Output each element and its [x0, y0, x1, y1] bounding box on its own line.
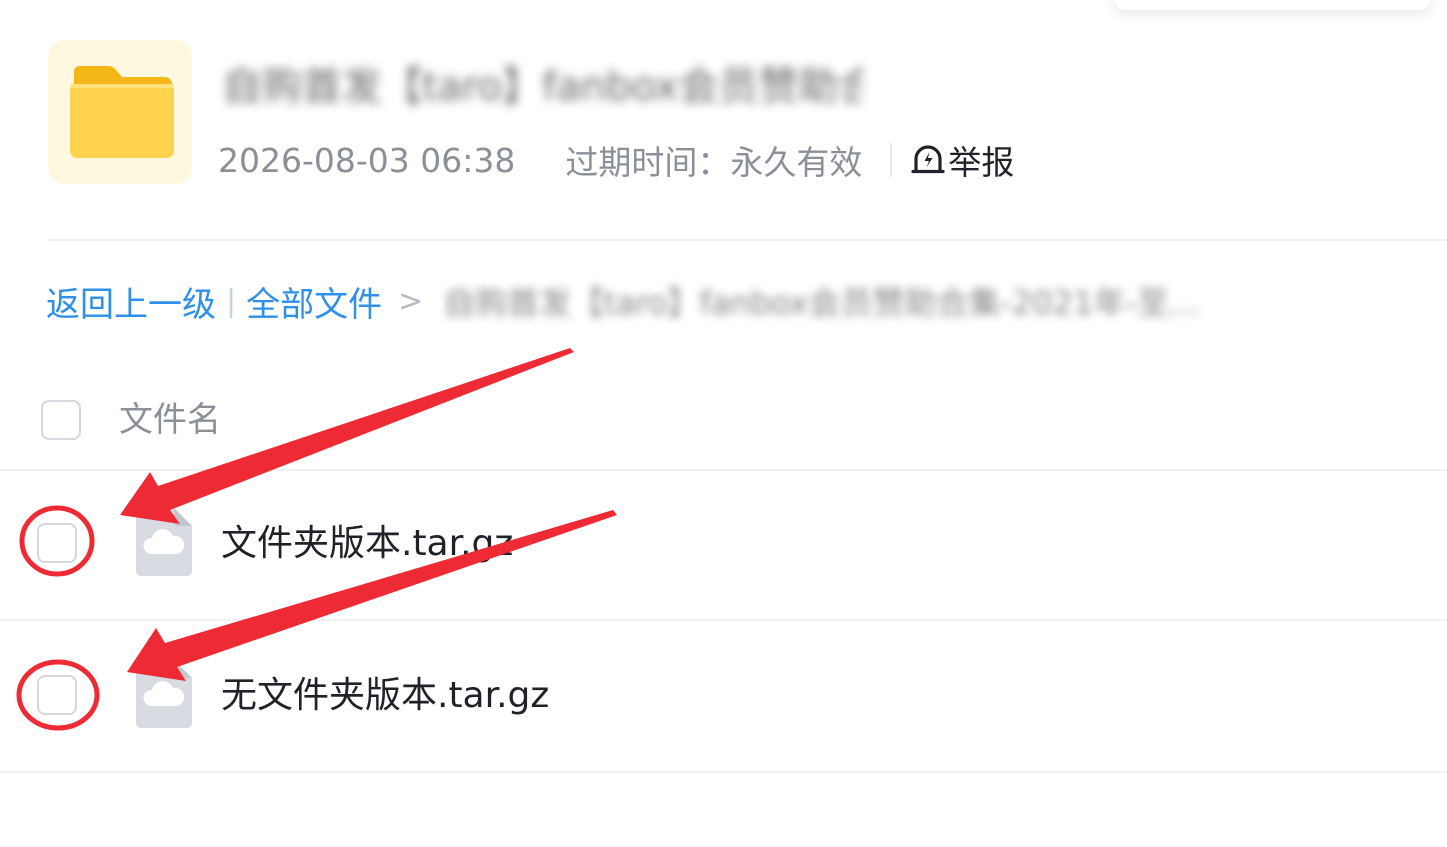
header-divider	[48, 239, 1447, 241]
file-row-checkbox[interactable]	[37, 675, 77, 715]
popup-edge	[1115, 0, 1430, 10]
report-button[interactable]: 举报	[910, 136, 1014, 184]
share-folder-tile	[48, 40, 192, 184]
breadcrumb-current: 自购首发【taro】fanbox会员赞助合集-2021年-至...	[443, 284, 1200, 322]
breadcrumb-arrow: >	[398, 283, 424, 319]
file-name[interactable]: 文件夹版本.tar.gz	[221, 518, 513, 570]
report-label: 举报	[948, 143, 1015, 182]
file-list-header: 文件名	[0, 388, 1447, 470]
select-all-checkbox[interactable]	[41, 400, 81, 440]
meta-divider	[890, 143, 893, 177]
share-title: 自购首发【taro】fanbox会员赞助合集...	[222, 64, 862, 110]
share-meta: 2026-08-03 06:38 过期时间： 永久有效 举报	[218, 136, 1014, 184]
back-link[interactable]: 返回上一级	[46, 277, 216, 326]
column-file-name: 文件名	[119, 400, 221, 440]
expiry-label: 过期时间：	[565, 143, 731, 182]
file-name[interactable]: 无文件夹版本.tar.gz	[221, 670, 549, 722]
row-divider	[0, 771, 1447, 773]
cloud-file-icon	[136, 660, 192, 728]
all-files-link[interactable]: 全部文件	[246, 277, 382, 326]
share-date: 2026-08-03 06:38	[218, 140, 516, 180]
file-row-checkbox[interactable]	[37, 523, 77, 563]
breadcrumb-separator: |	[226, 283, 237, 319]
file-row[interactable]: 文件夹版本.tar.gz	[0, 470, 1447, 620]
breadcrumb: 返回上一级 | 全部文件 > 自购首发【taro】fanbox会员赞助合集-20…	[46, 276, 1200, 326]
folder-icon	[70, 66, 174, 158]
row-divider	[0, 619, 1447, 621]
cloud-file-icon	[136, 508, 192, 576]
file-row[interactable]: 无文件夹版本.tar.gz	[0, 622, 1447, 772]
report-icon	[911, 145, 945, 174]
expiry-value: 永久有效	[730, 143, 863, 182]
